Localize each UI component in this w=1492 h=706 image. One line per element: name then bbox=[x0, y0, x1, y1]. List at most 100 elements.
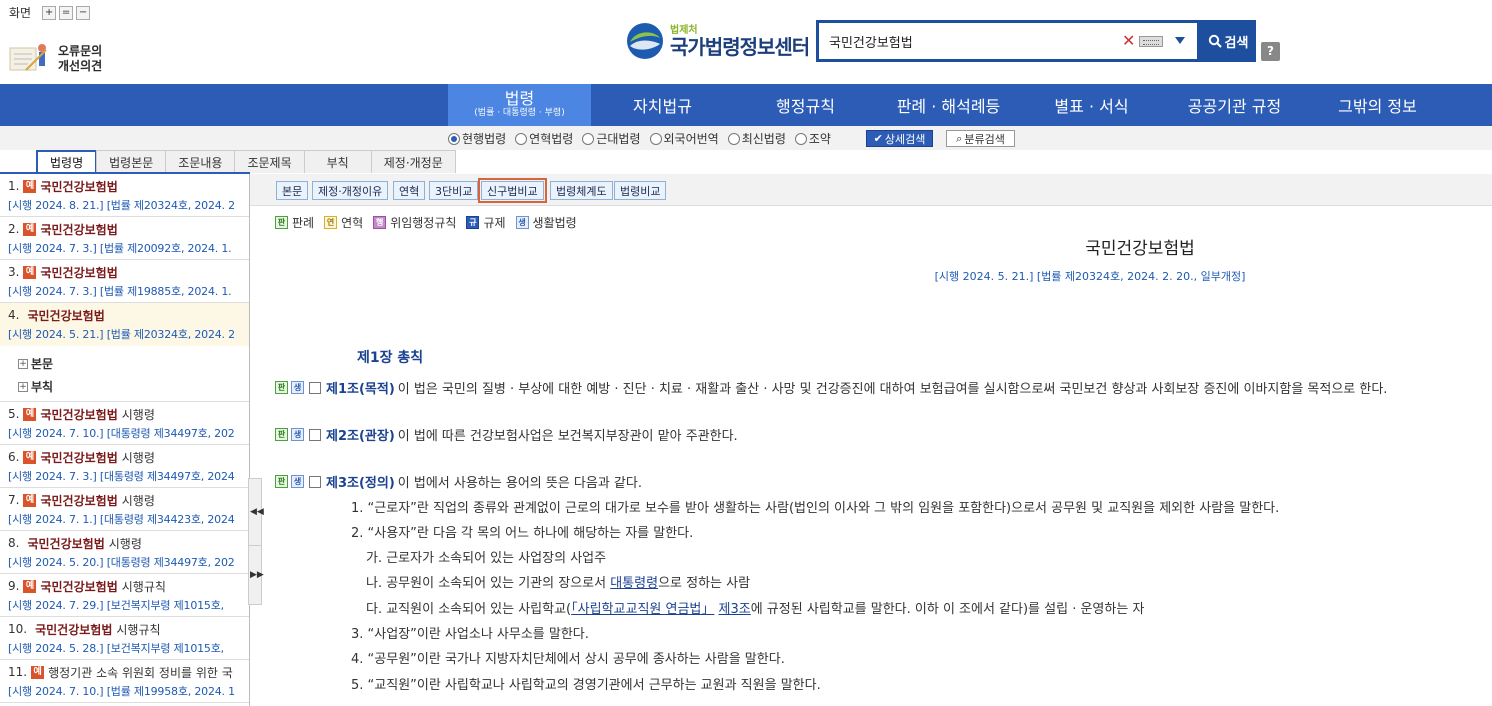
history-icon: 연 bbox=[324, 216, 338, 229]
tab-article-title[interactable]: 조문제목 bbox=[234, 150, 305, 173]
nav-item-tables-forms[interactable]: 별표 · 서식 bbox=[1020, 84, 1163, 126]
precedent-icon: 판 bbox=[275, 216, 288, 229]
zoom-reset-button[interactable]: = bbox=[59, 5, 74, 20]
article-heading[interactable]: 제2조(관장) bbox=[326, 425, 395, 444]
list-item[interactable]: 10. 국민건강보험법 시행규칙 [시행 2024. 5. 28.] [보건복지부령… bbox=[0, 617, 249, 660]
help-button[interactable]: ? bbox=[1261, 42, 1280, 61]
law-subtitle: [시행 2024. 5. 21.] [법률 제20324호, 2024. 2. … bbox=[934, 270, 1246, 283]
badge-icon: 예 bbox=[31, 665, 45, 679]
article-heading[interactable]: 제1조(목적) bbox=[326, 378, 395, 397]
tab-supplementary[interactable]: 부칙 bbox=[303, 150, 372, 173]
expand-panel-button[interactable]: ▶▶ bbox=[248, 545, 264, 605]
report-label-1: 오류문의 bbox=[58, 44, 103, 58]
precedent-icon[interactable]: 판 bbox=[275, 381, 288, 394]
expand-icon: + bbox=[18, 381, 28, 392]
badge-icon: 예 bbox=[23, 179, 37, 193]
nav-item-admin-rules[interactable]: 행정규칙 bbox=[734, 84, 877, 126]
tab-enactment-text[interactable]: 제정·개정문 bbox=[370, 150, 456, 173]
law-structure-tree: + 본문 + 부칙 bbox=[0, 346, 249, 402]
list-item[interactable]: 3. 예 국민건강보험법 [시행 2024. 7. 3.] [법률 제19885호,… bbox=[0, 260, 249, 303]
living-law-icon[interactable]: 생 bbox=[291, 381, 304, 394]
list-item[interactable]: 7. 예 국민건강보험법 시행령 [시행 2024. 7. 1.] [대통령령 제34… bbox=[0, 488, 249, 531]
law-structure-button[interactable]: 법령체계도 bbox=[550, 181, 613, 200]
detail-search-button[interactable]: ✔ 상세검색 bbox=[866, 130, 933, 147]
law-compare-button[interactable]: 법령비교 bbox=[614, 181, 667, 200]
logo-title: 국가법령정보센터 bbox=[670, 34, 810, 59]
article-3-link[interactable]: 제3조 bbox=[719, 602, 751, 617]
check-icon: ✔ bbox=[873, 132, 883, 145]
dropdown-arrow-icon[interactable] bbox=[1175, 37, 1185, 44]
magnifier-icon: ⌕ bbox=[956, 131, 963, 145]
tab-law-body[interactable]: 법령본문 bbox=[96, 150, 167, 173]
keyboard-icon[interactable] bbox=[1139, 36, 1163, 47]
history-button[interactable]: 연혁 bbox=[393, 181, 426, 200]
article-checkbox[interactable] bbox=[309, 428, 321, 441]
report-label-2: 개선의견 bbox=[58, 59, 103, 73]
category-search-button[interactable]: ⌕ 분류검색 bbox=[946, 130, 1015, 147]
zoom-in-button[interactable]: + bbox=[42, 5, 57, 20]
radio-treaty[interactable]: 조약 bbox=[794, 130, 831, 147]
search-input[interactable] bbox=[829, 31, 1109, 51]
collapse-panel-button[interactable]: ◀◀ bbox=[248, 478, 264, 550]
list-item[interactable]: 1. 예 국민건강보험법 [시행 2024. 8. 21.] [법률 제20324호… bbox=[0, 174, 249, 217]
radio-current-law[interactable]: 현행법령 bbox=[448, 130, 506, 147]
three-way-compare-button[interactable]: 3단비교 bbox=[429, 181, 479, 200]
error-report-link[interactable]: 오류문의 개선의견 bbox=[6, 40, 102, 78]
list-item[interactable]: 8. 국민건강보험법 시행령 [시행 2024. 5. 20.] [대통령령 제34… bbox=[0, 531, 249, 574]
screen-label: 화면 bbox=[9, 6, 32, 20]
radio-modern-law[interactable]: 근대법령 bbox=[582, 130, 641, 147]
radio-latest-law[interactable]: 최신법령 bbox=[727, 130, 786, 147]
living-law-icon[interactable]: 생 bbox=[291, 475, 304, 488]
site-logo[interactable]: 법제처 국가법령정보센터 bbox=[626, 22, 810, 60]
definition-subitem-ga: 가. 근로자가 소속되어 있는 사업장의 사업주 bbox=[366, 551, 607, 566]
screen-size-control: 화면 + = − bbox=[9, 4, 91, 21]
precedent-icon[interactable]: 판 bbox=[275, 475, 288, 488]
regulation-icon: 규 bbox=[466, 216, 480, 229]
badge-icon: 예 bbox=[23, 407, 37, 421]
precedent-icon[interactable]: 판 bbox=[275, 428, 288, 441]
expand-right-icon: ▶▶ bbox=[250, 570, 264, 580]
old-new-compare-button[interactable]: 신구법비교 bbox=[478, 178, 547, 203]
radio-foreign-translation[interactable]: 외국어번역 bbox=[649, 130, 719, 147]
body-button[interactable]: 본문 bbox=[276, 181, 309, 200]
search-button[interactable]: 검색 bbox=[1200, 20, 1256, 62]
revision-reason-button[interactable]: 제정·개정이유 bbox=[312, 181, 389, 200]
list-item[interactable]: 2. 예 국민건강보험법 [시행 2024. 7. 3.] [법률 제20092호,… bbox=[0, 217, 249, 260]
article-1: 판 생 제1조(목적) 이 법은 국민의 질병 · 부상에 대한 예방 · 진단… bbox=[275, 378, 1387, 397]
collapse-left-icon: ◀◀ bbox=[250, 507, 264, 517]
zoom-out-button[interactable]: − bbox=[76, 5, 91, 20]
nav-item-other-info[interactable]: 그밖의 정보 bbox=[1306, 84, 1449, 126]
tree-node-supplementary[interactable]: + 부칙 bbox=[18, 375, 249, 398]
list-item[interactable]: 9. 예 국민건강보험법 시행규칙 [시행 2024. 7. 29.] [보건복지부령… bbox=[0, 574, 249, 617]
article-text: 이 법에서 사용하는 용어의 뜻은 다음과 같다. bbox=[397, 476, 642, 491]
expand-icon: + bbox=[18, 358, 28, 369]
search-box: ✕ bbox=[816, 20, 1200, 62]
badge-icon: 예 bbox=[23, 265, 37, 279]
teacher-pension-act-link[interactable]: 「사립학교교직원 연금법」 bbox=[571, 602, 714, 617]
nav-item-precedents[interactable]: 판례 · 해석례등 bbox=[877, 84, 1020, 126]
nav-item-law[interactable]: 법령 (법률 · 대통령령 · 부령) bbox=[448, 84, 591, 126]
radio-history-law[interactable]: 연혁법령 bbox=[515, 130, 573, 147]
article-checkbox[interactable] bbox=[309, 475, 321, 488]
list-item[interactable]: 5. 예 국민건강보험법 시행령 [시행 2024. 7. 10.] [대통령령 제3… bbox=[0, 402, 249, 445]
nav-item-local-laws[interactable]: 자치법규 bbox=[591, 84, 734, 126]
left-search-tabs: 법령명 법령본문 조문내용 조문제목 부칙 제정·개정문 bbox=[36, 150, 456, 174]
article-heading[interactable]: 제3조(정의) bbox=[326, 472, 395, 491]
tab-law-name[interactable]: 법령명 bbox=[36, 150, 98, 174]
presidential-decree-link[interactable]: 대통령령 bbox=[610, 576, 658, 591]
living-law-icon[interactable]: 생 bbox=[291, 428, 304, 441]
list-item[interactable]: 6. 예 국민건강보험법 시행령 [시행 2024. 7. 3.] [대통령령 제34… bbox=[0, 445, 249, 488]
tree-node-body[interactable]: + 본문 bbox=[18, 352, 249, 375]
article-2: 판 생 제2조(관장) 이 법에 따른 건강보험사업은 보건복지부장관이 맡아 … bbox=[275, 425, 738, 444]
tab-article-content[interactable]: 조문내용 bbox=[165, 150, 236, 173]
law-title: 국민건강보험법 bbox=[1085, 239, 1195, 259]
list-item-selected[interactable]: 4. 국민건강보험법 [시행 2024. 5. 21.] [법률 제20324호,… bbox=[0, 303, 249, 346]
article-checkbox[interactable] bbox=[309, 381, 321, 394]
definition-item-3: 3. “사업장”이란 사업소나 사무소를 말한다. bbox=[351, 627, 589, 642]
delegated-rule-icon: 행 bbox=[373, 216, 387, 229]
logo-mark-icon bbox=[627, 23, 663, 59]
logo-sub: 법제처 bbox=[670, 24, 698, 36]
clear-icon[interactable]: ✕ bbox=[1122, 31, 1135, 51]
nav-item-public-rules[interactable]: 공공기관 규정 bbox=[1163, 84, 1306, 126]
list-item[interactable]: 11. 예 행정기관 소속 위원회 정비를 위한 국 [시행 2024. 7. 10… bbox=[0, 660, 249, 703]
